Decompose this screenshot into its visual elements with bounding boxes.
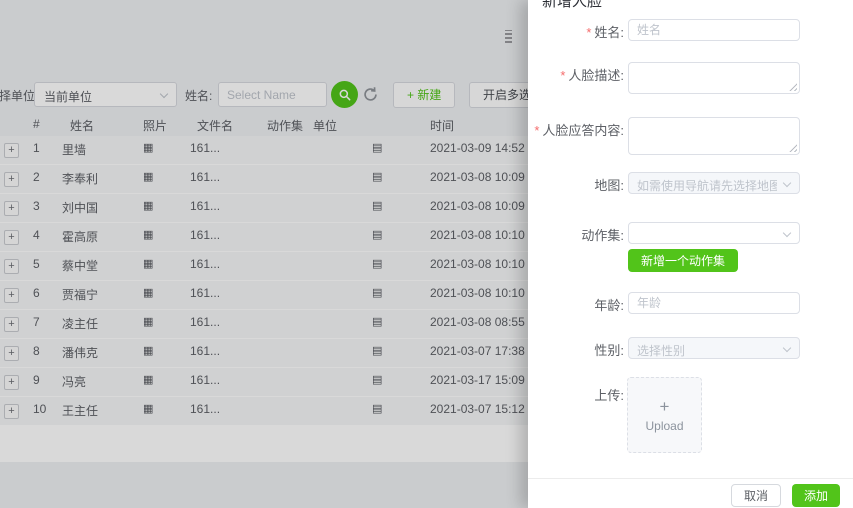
map-select[interactable]: 如需使用导航请先选择地图 (628, 172, 800, 194)
drawer-overlay-mask[interactable] (0, 0, 528, 508)
resize-grip-icon[interactable] (789, 144, 797, 152)
drawer-title: 新增人脸 (542, 0, 602, 11)
upload-dropzone[interactable]: + Upload (627, 377, 702, 453)
chevron-down-icon (783, 229, 791, 237)
name-field (628, 19, 800, 41)
required-asterisk: * (586, 25, 591, 40)
add-action-set-button[interactable]: 新增一个动作集 (628, 249, 738, 272)
drawer-footer: 取消 添加 (731, 484, 840, 507)
required-asterisk: * (560, 68, 565, 83)
map-label: 地图: (528, 175, 624, 194)
age-field (628, 292, 800, 314)
upload-label: 上传: (528, 385, 624, 404)
face-desc-textarea[interactable] (628, 62, 800, 94)
upload-text: Upload (645, 419, 683, 433)
plus-icon: + (660, 398, 670, 415)
required-asterisk: * (534, 123, 539, 138)
add-face-drawer: 新增人脸 *姓名: *人脸描述: *人脸应答内容: 地图: 如需使 (528, 0, 853, 508)
action-set-select[interactable] (628, 222, 800, 244)
face-desc-label: *人脸描述: (528, 65, 624, 84)
chevron-down-icon (783, 344, 791, 352)
cancel-button[interactable]: 取消 (731, 484, 781, 507)
footer-divider (528, 478, 853, 479)
name-label: *姓名: (528, 22, 624, 41)
face-reply-label: *人脸应答内容: (528, 120, 624, 139)
age-label: 年龄: (528, 295, 624, 314)
action-set-label: 动作集: (528, 225, 624, 244)
add-confirm-button[interactable]: 添加 (792, 484, 840, 507)
app-screen: 选择单位: 当前单位 姓名: + 新建 开启多选 (0, 0, 853, 508)
resize-grip-icon[interactable] (789, 83, 797, 91)
name-input[interactable] (629, 20, 799, 40)
gender-select-placeholder: 选择性别 (637, 342, 685, 359)
gender-select[interactable]: 选择性别 (628, 337, 800, 359)
chevron-down-icon (783, 179, 791, 187)
map-select-placeholder: 如需使用导航请先选择地图 (637, 177, 777, 194)
face-list-page: 选择单位: 当前单位 姓名: + 新建 开启多选 (0, 0, 528, 508)
age-input[interactable] (629, 293, 799, 313)
face-reply-textarea[interactable] (628, 117, 800, 155)
gender-label: 性别: (528, 340, 624, 359)
